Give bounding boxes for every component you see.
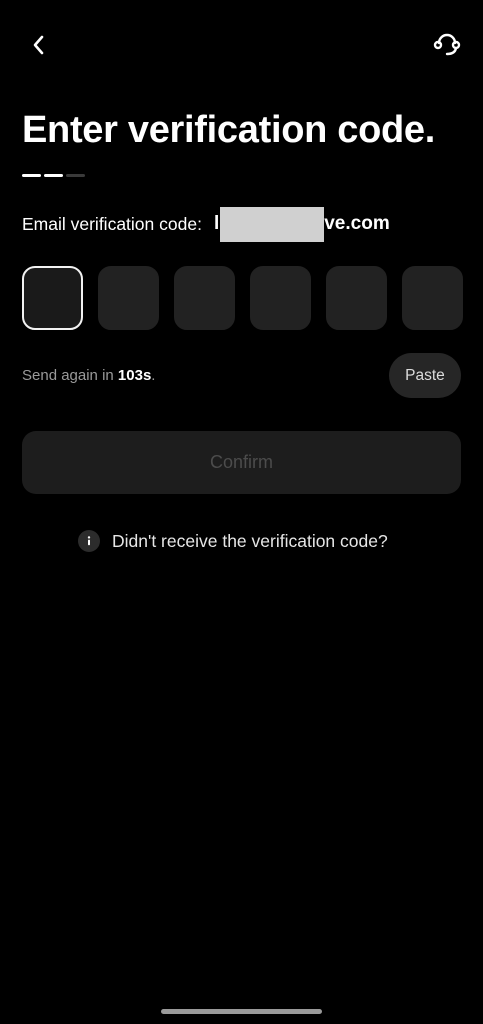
paste-button[interactable]: Paste <box>389 353 461 398</box>
verification-code-input <box>22 266 463 330</box>
home-indicator[interactable] <box>161 1009 322 1014</box>
page-title: Enter verification code. <box>22 109 436 151</box>
email-prefix: l <box>213 213 220 234</box>
email-info-row: Email verification code: l ve.com <box>22 206 390 242</box>
code-not-received-link[interactable]: Didn't receive the verification code? <box>78 528 388 554</box>
resend-countdown: Send again in 103s. <box>22 366 155 386</box>
progress-step-complete <box>22 174 41 177</box>
email-label: Email verification code: <box>22 213 202 234</box>
email-redaction-block <box>220 206 325 242</box>
chevron-left-icon <box>33 35 44 55</box>
code-digit-input[interactable] <box>250 266 311 330</box>
code-digit-input[interactable] <box>174 266 235 330</box>
help-text: Didn't receive the verification code? <box>112 530 388 551</box>
progress-step-pending <box>66 174 85 177</box>
email-suffix: ve.com <box>324 213 390 234</box>
progress-step-complete <box>44 174 63 177</box>
resend-prefix: Send again in <box>22 367 114 384</box>
code-digit-input[interactable] <box>326 266 387 330</box>
info-icon <box>78 530 100 552</box>
confirm-button[interactable]: Confirm <box>22 431 461 494</box>
code-digit-input[interactable] <box>22 266 83 330</box>
customer-support-button[interactable] <box>429 26 465 62</box>
step-progress-indicator <box>22 174 85 177</box>
headset-icon <box>433 33 461 56</box>
back-button[interactable] <box>22 28 56 62</box>
email-address: l ve.com <box>213 206 390 242</box>
resend-countdown-value: 103s <box>117 367 152 384</box>
resend-suffix: . <box>151 367 156 384</box>
code-digit-input[interactable] <box>402 266 463 330</box>
code-digit-input[interactable] <box>98 266 159 330</box>
